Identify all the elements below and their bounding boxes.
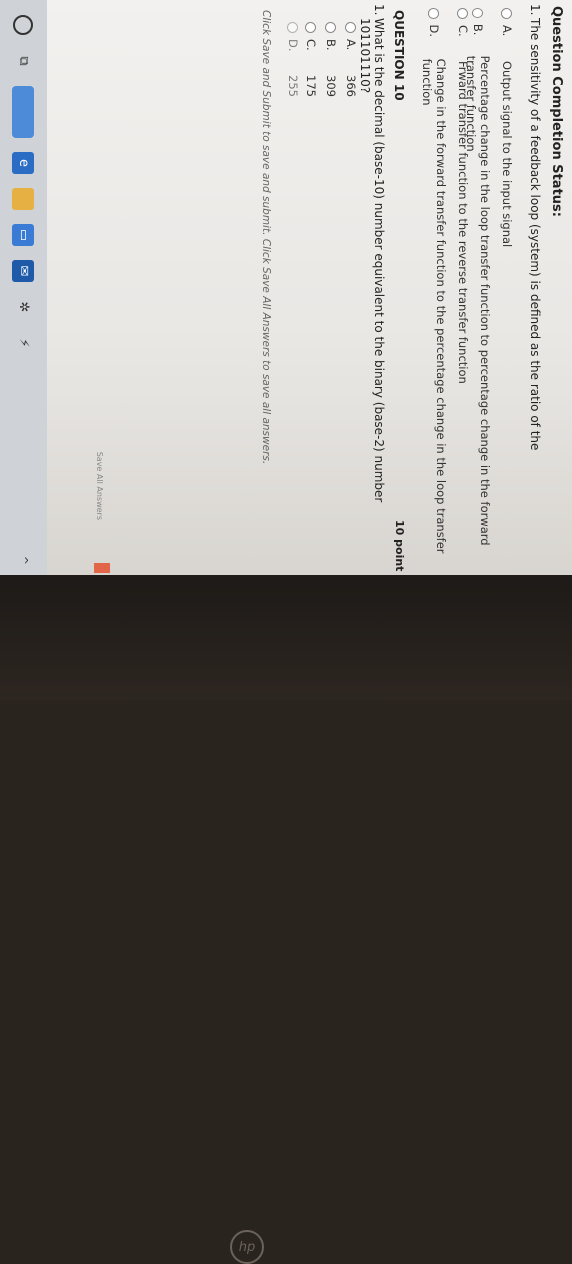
laptop-bezel: hp	[0, 575, 572, 1264]
rotated-page: Question Completion Status: 1. The sensi…	[0, 0, 572, 575]
radio-icon[interactable]	[325, 22, 337, 33]
q1-option-c[interactable]: C. Frward transfer function to the rever…	[456, 8, 470, 384]
store-icon[interactable]: ▭	[12, 224, 35, 246]
footer-instructions: Click Save and Submit to save and submit…	[260, 10, 272, 465]
radio-icon[interactable]	[345, 22, 357, 33]
q10-option-c[interactable]: C. 175	[304, 22, 318, 97]
radio-icon[interactable]	[457, 8, 469, 19]
app-icon[interactable]: ✲	[12, 296, 35, 318]
q1-number: 1.	[528, 4, 542, 16]
question-10-header: QUESTION 10 10 point	[386, 0, 406, 575]
q10-option-d[interactable]: D. 255	[286, 22, 300, 97]
system-tray[interactable]: ^	[17, 556, 30, 565]
radio-icon[interactable]	[305, 22, 317, 33]
question-10-title: QUESTION 10	[392, 10, 406, 101]
laptop-screen: Question Completion Status: 1. The sensi…	[0, 0, 572, 575]
save-and-submit-button[interactable]	[94, 563, 110, 573]
start-icon[interactable]	[13, 14, 35, 36]
hp-logo-icon: hp	[230, 1230, 264, 1264]
q10-option-a[interactable]: A. 366	[344, 22, 358, 97]
q10-option-b[interactable]: B. 309	[324, 22, 338, 97]
q1-text: The sensitivity of a feedback loop (syst…	[528, 18, 542, 451]
q10-text: What is the decimal (base-10) number equ…	[358, 18, 386, 503]
windows-taskbar: ⧉ e ▭ ✉ ✲ ⚡ ^	[0, 0, 47, 575]
app-icon[interactable]: ⚡	[12, 332, 35, 354]
save-all-answers-button[interactable]: Save All Answers	[88, 400, 104, 520]
points-badge: 10 point	[393, 520, 406, 572]
q1-option-a[interactable]: A. Output signal to the input signal	[500, 8, 514, 247]
completion-status-title: Question Completion Status:	[549, 6, 564, 217]
mail-icon[interactable]: ✉	[12, 260, 35, 282]
q10-number: 1.	[372, 4, 386, 16]
radio-icon[interactable]	[287, 22, 299, 33]
edge-icon[interactable]: e	[12, 152, 35, 174]
task-view-icon[interactable]: ⧉	[13, 50, 35, 72]
radio-icon[interactable]	[501, 8, 513, 19]
file-explorer-icon[interactable]	[12, 188, 35, 210]
cortana-search-icon[interactable]	[12, 86, 35, 138]
q1-option-d[interactable]: D. Change in the forward transfer functi…	[420, 8, 448, 575]
radio-icon[interactable]	[428, 8, 440, 19]
radio-icon[interactable]	[472, 8, 484, 18]
